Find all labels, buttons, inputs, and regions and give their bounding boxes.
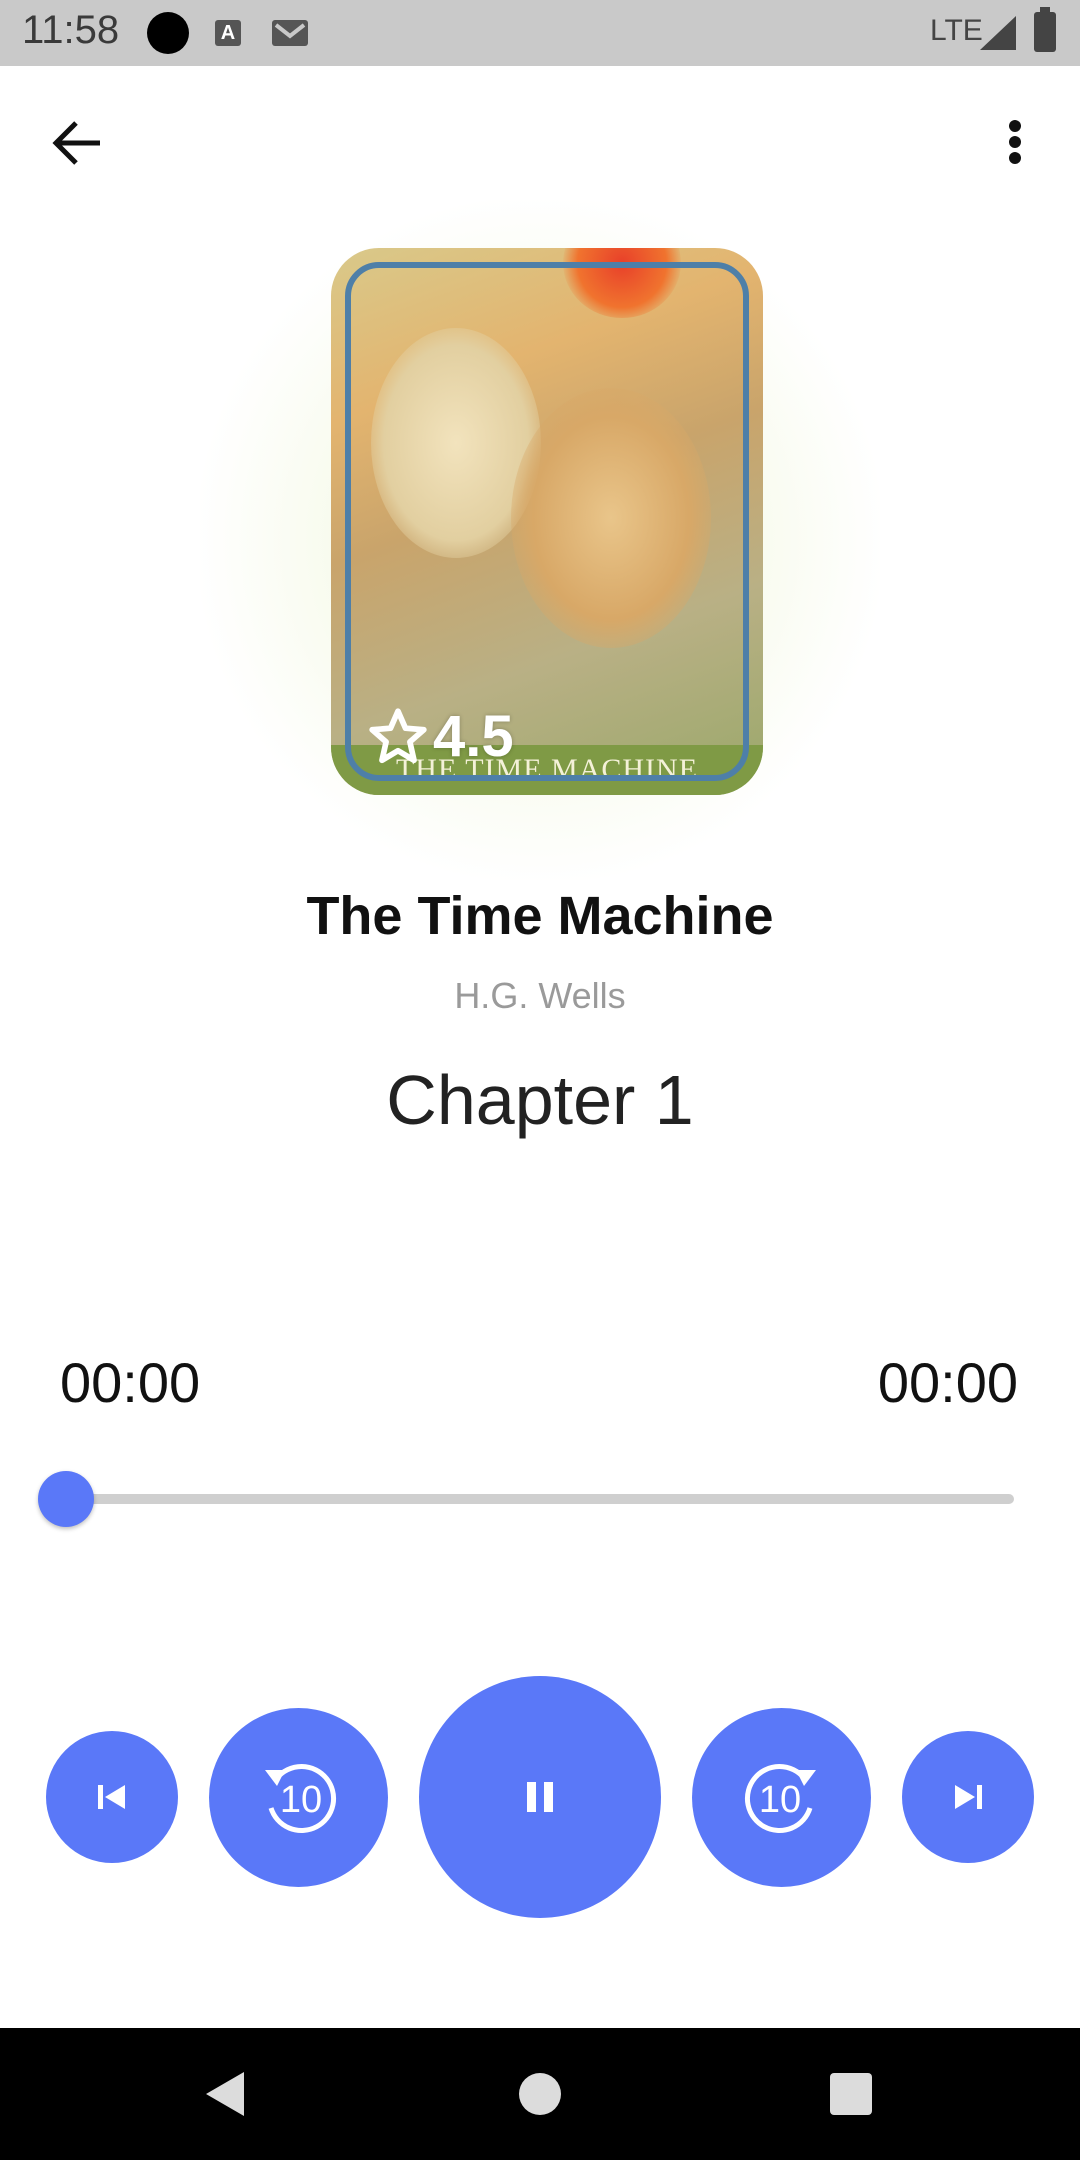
rewind-10-button[interactable]: 10 [209, 1708, 388, 1887]
svg-text:10: 10 [279, 1779, 321, 1821]
notification-dot-icon [147, 12, 189, 54]
gmail-icon [272, 20, 308, 46]
nav-recents-icon[interactable] [830, 2073, 872, 2115]
back-button[interactable] [40, 110, 116, 186]
rating-value: 4.5 [433, 704, 514, 769]
forward-10-icon: 10 [744, 1763, 816, 1833]
battery-icon [1034, 7, 1056, 52]
network-type: LTE [930, 14, 983, 47]
current-time: 00:00 [60, 1351, 201, 1414]
total-time: 00:00 [877, 1351, 1018, 1414]
seek-bar-thumb[interactable] [38, 1471, 94, 1527]
book-cover: THE TIME MACHINE 4.5 [331, 248, 763, 795]
status-time: 11:58 [22, 8, 120, 52]
pause-button[interactable] [419, 1676, 661, 1918]
book-title: The Time Machine [306, 886, 774, 946]
more-options-button[interactable] [985, 110, 1045, 186]
signal-icon [980, 16, 1016, 50]
nav-back-icon[interactable] [200, 2068, 250, 2120]
system-nav-bar [0, 2028, 1080, 2160]
replay-10-icon: 10 [264, 1763, 336, 1833]
skip-previous-button[interactable] [46, 1731, 178, 1863]
seek-bar-track[interactable] [66, 1494, 1014, 1504]
skip-next-button[interactable] [902, 1731, 1034, 1863]
chapter-title: Chapter 1 [386, 1061, 694, 1139]
svg-text:10: 10 [758, 1779, 800, 1821]
skip-previous-icon [98, 1785, 125, 1809]
star-icon [369, 707, 427, 763]
a-icon: A [215, 20, 241, 46]
status-bar: 11:58 A LTE [0, 0, 1080, 66]
rating-badge: 4.5 [367, 703, 514, 770]
pause-icon [527, 1782, 553, 1812]
nav-home-icon[interactable] [519, 2073, 561, 2115]
skip-next-icon [955, 1785, 982, 1809]
more-vert-icon [1009, 120, 1021, 164]
forward-10-button[interactable]: 10 [692, 1708, 871, 1887]
arrow-back-icon [52, 121, 100, 165]
book-author: H.G. Wells [454, 975, 626, 1016]
